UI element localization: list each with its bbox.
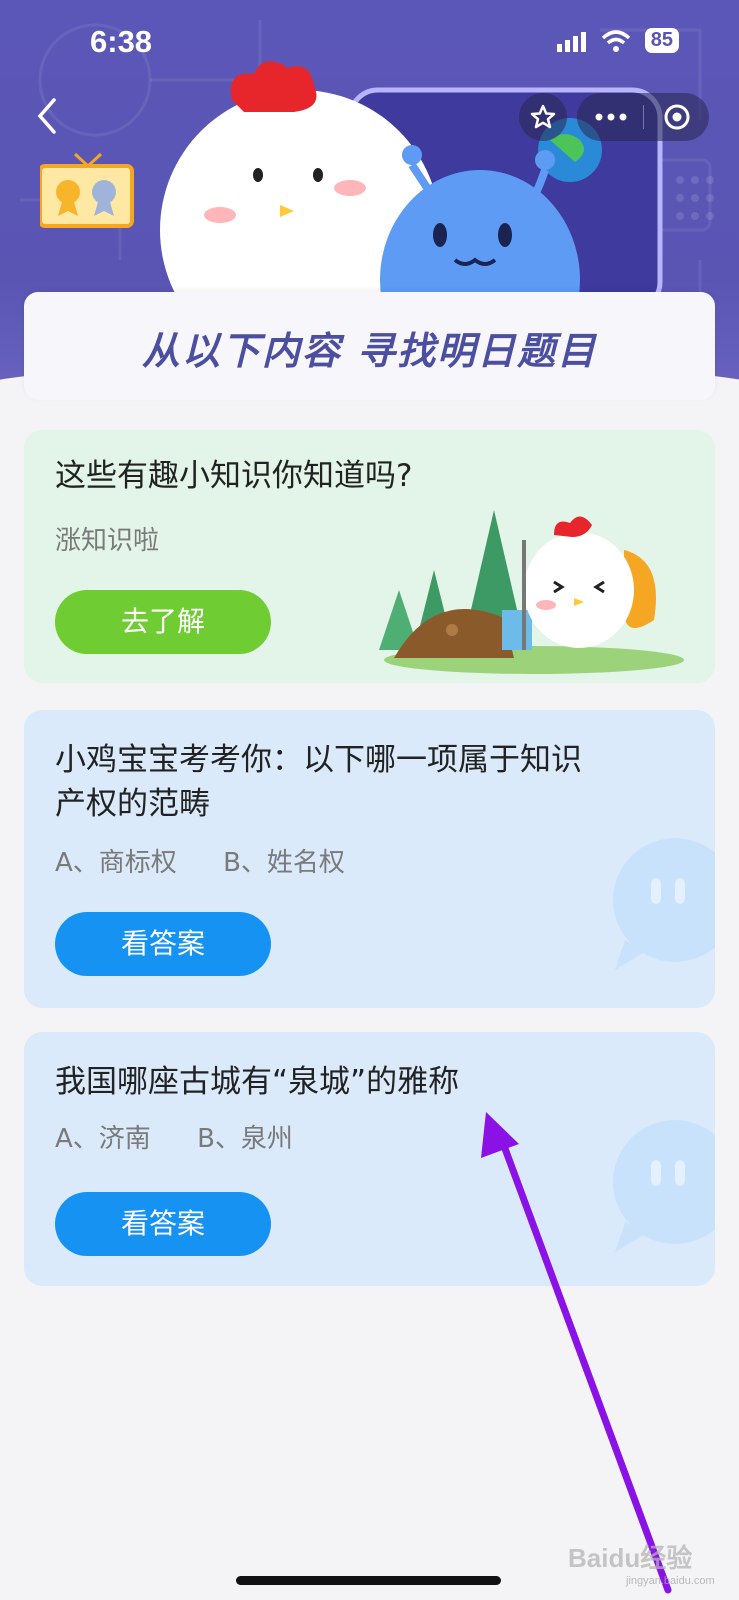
quiz-card[interactable]: 小鸡宝宝考考你：以下哪一项属于知识 产权的范畴 A、商标权 B、姓名权 看答案: [24, 710, 715, 1008]
watermark-logo: Baidu经验: [568, 1543, 693, 1573]
fun-facts-card[interactable]: 这些有趣小知识你知道吗? 涨知识啦 去了解: [24, 430, 715, 683]
status-bar: 6:38 85: [0, 0, 739, 90]
option-b: B、姓名权: [223, 848, 345, 878]
mini-program-capsule: [519, 93, 709, 141]
clock: 6:38: [90, 24, 153, 59]
question-line-1: 小鸡宝宝考考你：以下哪一项属于知识: [55, 742, 582, 778]
card-subtitle: 涨知识啦: [55, 526, 160, 556]
capsule-divider: [643, 105, 644, 129]
chevron-left-icon: [37, 98, 56, 134]
star-icon: [530, 104, 556, 129]
option-a: A、济南: [55, 1124, 151, 1154]
learn-more-button[interactable]: 去了解: [55, 590, 271, 654]
watermark-domain: jingyan.baidu.com: [626, 1575, 715, 1587]
answer-options: A、济南 B、泉州: [55, 1118, 331, 1155]
card-title: 这些有趣小知识你知道吗?: [55, 458, 413, 494]
wifi-icon: [601, 29, 630, 52]
close-target-icon[interactable]: [662, 102, 692, 132]
option-b: B、泉州: [197, 1124, 293, 1154]
chat-bubble-icon: [613, 1120, 715, 1252]
hiking-chick-illustration: [379, 510, 684, 674]
more-icon[interactable]: [594, 112, 628, 122]
banner-title: 从以下内容 寻找明日题目: [141, 329, 598, 373]
question-line-2: 产权的范畴: [55, 786, 210, 822]
option-a: A、商标权: [55, 848, 177, 878]
view-answer-button[interactable]: 看答案: [55, 912, 271, 976]
back-button[interactable]: [28, 96, 68, 136]
view-answer-button[interactable]: 看答案: [55, 1192, 271, 1256]
signal-icon: [556, 31, 586, 52]
capsule-menu: [577, 93, 709, 141]
question-line-1: 我国哪座古城有“泉城”的雅称: [55, 1064, 460, 1100]
chat-bubble-icon: [613, 838, 715, 970]
battery-indicator: 85: [644, 28, 679, 53]
banner-card: 从以下内容 寻找明日题目: [24, 292, 715, 400]
favorite-button[interactable]: [519, 93, 567, 141]
home-indicator[interactable]: [236, 1576, 501, 1585]
quiz-card[interactable]: 我国哪座古城有“泉城”的雅称 A、济南 B、泉州 看答案: [24, 1032, 715, 1286]
answer-options: A、商标权 B、姓名权: [55, 842, 383, 879]
medal-icon[interactable]: [40, 152, 140, 232]
